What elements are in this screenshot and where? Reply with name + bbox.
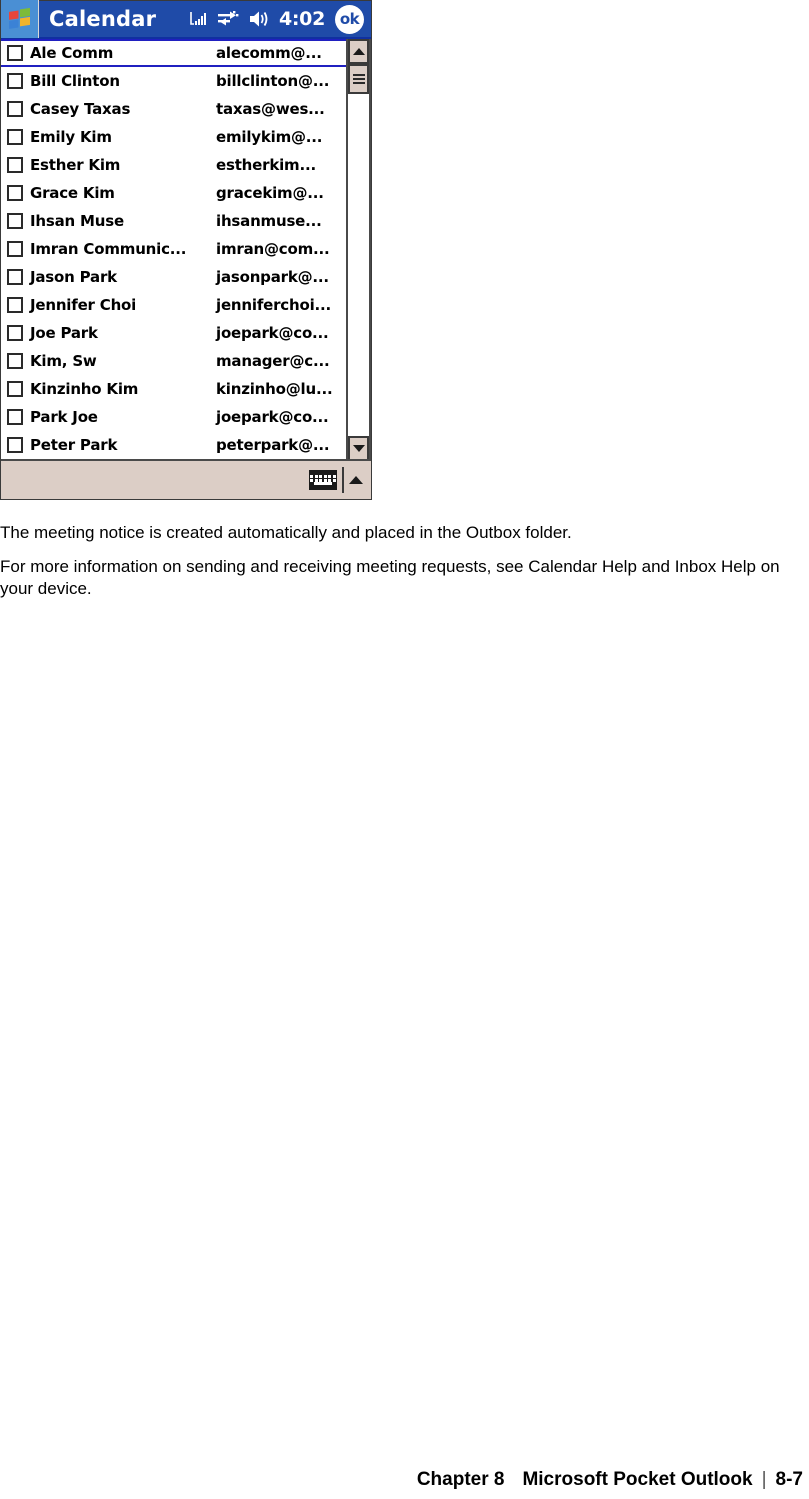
- contact-name: Emily Kim: [30, 128, 112, 146]
- contact-row[interactable]: Jason Park jasonpark@...: [1, 263, 346, 291]
- contact-row[interactable]: Grace Kim gracekim@...: [1, 179, 346, 207]
- contact-list[interactable]: Ale Comm alecomm@... Bill Clinton billclint…: [1, 39, 346, 461]
- footer-page-number: 8-7: [775, 1469, 803, 1490]
- contact-email: ihsanmuse...: [216, 212, 322, 230]
- contact-email: estherkim...: [216, 156, 316, 174]
- thumb-grip-line: [352, 82, 365, 84]
- contact-checkbox[interactable]: [7, 45, 23, 61]
- contact-checkbox[interactable]: [7, 269, 23, 285]
- contact-name: Jennifer Choi: [30, 296, 137, 314]
- windows-flag-icon: [8, 8, 30, 29]
- contact-checkbox[interactable]: [7, 157, 23, 173]
- start-button[interactable]: [1, 0, 39, 38]
- contact-name: Kim, Sw: [30, 352, 97, 370]
- contact-row[interactable]: Kim, Sw manager@c...: [1, 347, 346, 375]
- body-paragraph: For more information on sending and rece…: [0, 556, 780, 598]
- scrollbar-thumb[interactable]: [348, 64, 369, 94]
- speaker-volume-icon[interactable]: [248, 9, 270, 29]
- footer-section: Microsoft Pocket Outlook: [522, 1469, 753, 1490]
- contact-name: Peter Park: [30, 436, 118, 454]
- contact-checkbox[interactable]: [7, 73, 23, 89]
- scroll-down-arrow-icon: [352, 445, 365, 452]
- contact-row[interactable]: Park Joe joepark@co...: [1, 403, 346, 431]
- contact-email: joepark@co...: [216, 324, 329, 342]
- contact-checkbox[interactable]: [7, 297, 23, 313]
- contact-email: kinzinho@lu...: [216, 380, 333, 398]
- keyboard-key-row: [310, 474, 336, 478]
- pda-title-bar: Calendar 4:02 ok: [1, 0, 371, 39]
- contact-name: Grace Kim: [30, 184, 115, 202]
- contact-row[interactable]: Ale Comm alecomm@...: [1, 39, 346, 67]
- contact-name: Casey Taxas: [30, 100, 131, 118]
- titlebar-status-icons: 4:02: [188, 8, 325, 30]
- contact-row[interactable]: Ihsan Muse ihsanmuse...: [1, 207, 346, 235]
- contact-checkbox[interactable]: [7, 353, 23, 369]
- contact-name: Park Joe: [30, 408, 98, 426]
- pda-screenshot: Calendar 4:02 ok Ale Comm alecomm@... Bi…: [0, 0, 372, 500]
- contact-checkbox[interactable]: [7, 185, 23, 201]
- contact-email: manager@c...: [216, 352, 330, 370]
- contact-email: imran@com...: [216, 240, 330, 258]
- contact-email: taxas@wes...: [216, 100, 325, 118]
- contact-name: Jason Park: [30, 268, 117, 286]
- contact-name: Ihsan Muse: [30, 212, 124, 230]
- contact-name: Esther Kim: [30, 156, 121, 174]
- contact-row[interactable]: Joe Park joepark@co...: [1, 319, 346, 347]
- footer-chapter: Chapter 8: [416, 1469, 505, 1490]
- scroll-down-button[interactable]: [348, 436, 369, 461]
- sip-selector-up-arrow-icon[interactable]: [349, 476, 363, 484]
- pda-taskbar: [1, 459, 371, 499]
- taskbar-separator: [342, 467, 344, 493]
- contact-checkbox[interactable]: [7, 241, 23, 257]
- soft-keyboard-icon[interactable]: [309, 470, 337, 490]
- contact-row[interactable]: Peter Park peterpark@...: [1, 431, 346, 459]
- scroll-up-arrow-icon: [352, 48, 365, 55]
- clock-time[interactable]: 4:02: [279, 8, 325, 30]
- contact-checkbox[interactable]: [7, 381, 23, 397]
- footer-separator: |: [761, 1469, 767, 1490]
- contact-row[interactable]: Bill Clinton billclinton@...: [1, 67, 346, 95]
- contact-email: joepark@co...: [216, 408, 329, 426]
- contact-row[interactable]: Emily Kim emilykim@...: [1, 123, 346, 151]
- contact-row[interactable]: Esther Kim estherkim...: [1, 151, 346, 179]
- contact-email: alecomm@...: [216, 44, 322, 62]
- contact-email: peterpark@...: [216, 436, 330, 454]
- contact-email: jasonpark@...: [216, 268, 329, 286]
- contact-row[interactable]: Kinzinho Kim kinzinho@lu...: [1, 375, 346, 403]
- contact-checkbox[interactable]: [7, 213, 23, 229]
- contact-checkbox[interactable]: [7, 101, 23, 117]
- signal-strength-icon[interactable]: [188, 9, 208, 29]
- contact-name: Bill Clinton: [30, 72, 120, 90]
- keyboard-spacebar: [314, 482, 332, 486]
- contact-email: jenniferchoi...: [216, 296, 332, 314]
- contact-name: Joe Park: [30, 324, 98, 342]
- contact-checkbox[interactable]: [7, 129, 23, 145]
- scroll-up-button[interactable]: [348, 39, 369, 64]
- contact-email: billclinton@...: [216, 72, 330, 90]
- contact-checkbox[interactable]: [7, 325, 23, 341]
- contact-name: Kinzinho Kim: [30, 380, 139, 398]
- contact-row[interactable]: Imran Communic... imran@com...: [1, 235, 346, 263]
- thumb-grip-line: [352, 78, 365, 80]
- contact-name: Ale Comm: [30, 44, 114, 62]
- contact-email: emilykim@...: [216, 128, 323, 146]
- thumb-grip-line: [352, 74, 365, 76]
- contact-email: gracekim@...: [216, 184, 324, 202]
- contact-row[interactable]: Jennifer Choi jenniferchoi...: [1, 291, 346, 319]
- page-footer: Chapter 8 Microsoft Pocket Outlook | 8-7: [417, 1469, 803, 1491]
- connectivity-icon[interactable]: [217, 9, 239, 29]
- contact-checkbox[interactable]: [7, 409, 23, 425]
- window-title: Calendar: [49, 7, 157, 31]
- body-paragraph: The meeting notice is created automatica…: [0, 523, 572, 542]
- body-copy: The meeting notice is created automatica…: [0, 522, 790, 611]
- scrollbar-track[interactable]: [348, 94, 369, 436]
- contact-name: Imran Communic...: [30, 240, 187, 258]
- contact-picker-list-area: Ale Comm alecomm@... Bill Clinton billclint…: [1, 39, 371, 461]
- list-vertical-scrollbar[interactable]: [346, 39, 371, 461]
- contact-row[interactable]: Casey Taxas taxas@wes...: [1, 95, 346, 123]
- ok-button[interactable]: ok: [335, 4, 364, 34]
- keyboard-key-row: [310, 478, 336, 482]
- contact-checkbox[interactable]: [7, 437, 23, 453]
